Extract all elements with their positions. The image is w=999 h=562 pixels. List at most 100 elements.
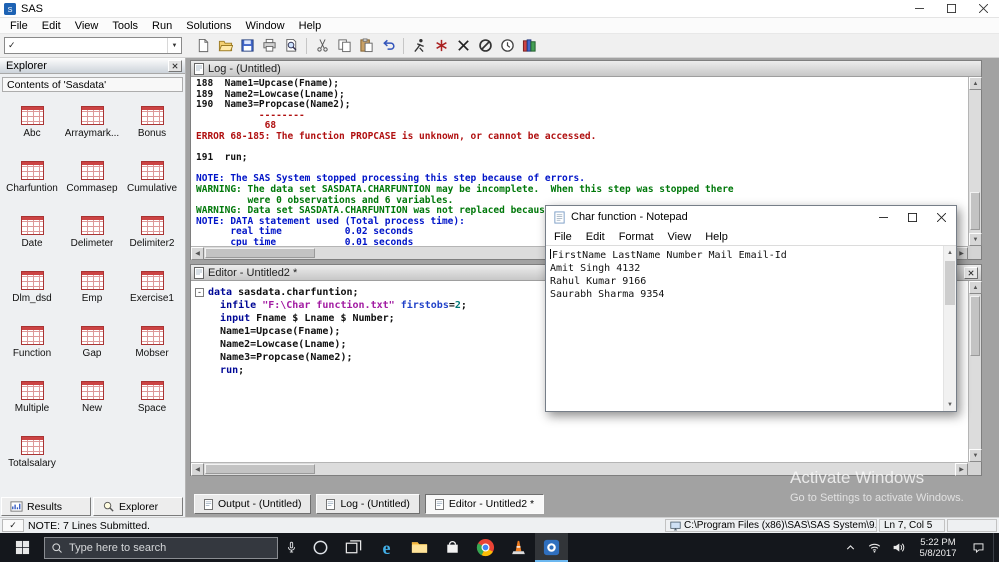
explorer-item[interactable]: Function [2, 323, 62, 378]
menu-view[interactable]: View [68, 19, 106, 33]
command-bar[interactable]: ✓ ▼ [4, 37, 182, 54]
explorer-item[interactable]: Charfuntion [2, 158, 62, 213]
menu-edit[interactable]: Edit [35, 19, 68, 33]
scroll-down-icon[interactable]: ▼ [944, 398, 956, 411]
explorer-item[interactable]: New [62, 378, 122, 433]
new-library-icon[interactable] [430, 36, 452, 56]
explorer-item[interactable]: Emp [62, 268, 122, 323]
notepad-menu-help[interactable]: Help [698, 231, 735, 243]
undo-icon[interactable] [377, 36, 399, 56]
notepad-menu-file[interactable]: File [547, 231, 579, 243]
microphone-icon[interactable] [278, 533, 304, 562]
scroll-up-icon[interactable]: ▲ [944, 246, 956, 259]
explorer-item[interactable]: Delimiter2 [122, 213, 182, 268]
panel-tab-results[interactable]: Results [1, 497, 91, 516]
scroll-thumb[interactable] [945, 261, 955, 305]
explorer-item[interactable]: Date [2, 213, 62, 268]
menu-tools[interactable]: Tools [105, 19, 145, 33]
notepad-menu-view[interactable]: View [661, 231, 699, 243]
explorer-item[interactable]: Arraymark... [62, 103, 122, 158]
editor-horizontal-scrollbar[interactable]: ◀ ▶ [191, 462, 968, 475]
tray-wifi-icon[interactable] [862, 533, 886, 562]
menu-window[interactable]: Window [239, 19, 292, 33]
explorer-item[interactable]: Commasep [62, 158, 122, 213]
log-vertical-scrollbar[interactable]: ▲ ▼ [968, 77, 981, 246]
editor-vertical-scrollbar[interactable]: ▲ ▼ [968, 281, 981, 462]
taskbar-task-view-icon[interactable] [337, 533, 370, 562]
new-document-icon[interactable] [192, 36, 214, 56]
open-folder-icon[interactable] [214, 36, 236, 56]
taskbar-chrome-icon[interactable] [469, 533, 502, 562]
minimize-icon[interactable] [869, 206, 898, 228]
explorer-item[interactable]: Delimeter [62, 213, 122, 268]
taskbar-cortana-icon[interactable] [304, 533, 337, 562]
explorer-item[interactable]: Gap [62, 323, 122, 378]
scroll-left-icon[interactable]: ◀ [191, 463, 204, 476]
menu-file[interactable]: File [3, 19, 35, 33]
scroll-thumb[interactable] [205, 248, 315, 258]
menu-help[interactable]: Help [292, 19, 329, 33]
tray-volume-icon[interactable] [886, 533, 910, 562]
explorer-item[interactable]: Bonus [122, 103, 182, 158]
notepad-menu-format[interactable]: Format [612, 231, 661, 243]
break-icon[interactable] [474, 36, 496, 56]
explorer-close-icon[interactable] [168, 60, 182, 72]
menu-run[interactable]: Run [145, 19, 179, 33]
submit-program-icon[interactable] [408, 36, 430, 56]
paste-icon[interactable] [355, 36, 377, 56]
maximize-icon[interactable] [935, 0, 967, 17]
scroll-up-icon[interactable]: ▲ [969, 77, 982, 90]
log-window-title-bar[interactable]: Log - (Untitled) [191, 61, 981, 77]
panel-tab-explorer[interactable]: Explorer [93, 497, 183, 516]
scroll-thumb[interactable] [970, 296, 980, 356]
explorer-item[interactable]: Multiple [2, 378, 62, 433]
scroll-right-icon[interactable]: ▶ [955, 463, 968, 476]
explorer-item[interactable]: Abc [2, 103, 62, 158]
scroll-up-icon[interactable]: ▲ [969, 281, 982, 294]
cut-icon[interactable] [311, 36, 333, 56]
help-books-icon[interactable] [518, 36, 540, 56]
menu-solutions[interactable]: Solutions [179, 19, 238, 33]
close-icon[interactable] [927, 206, 956, 228]
maximize-icon[interactable] [898, 206, 927, 228]
copy-icon[interactable] [333, 36, 355, 56]
explorer-item[interactable]: Exercise1 [122, 268, 182, 323]
taskbar-search-box[interactable]: Type here to search [44, 537, 278, 559]
explorer-item[interactable]: Cumulative [122, 158, 182, 213]
editor-close-icon[interactable] [964, 267, 978, 279]
notepad-menu-edit[interactable]: Edit [579, 231, 612, 243]
scroll-down-icon[interactable]: ▼ [969, 233, 982, 246]
scroll-down-icon[interactable]: ▼ [969, 449, 982, 462]
window-tab[interactable]: Editor - Untitled2 * [425, 494, 544, 514]
notepad-text-area[interactable]: FirstName LastName Number Mail Email-IdA… [546, 246, 943, 411]
tray-tray-expand-icon[interactable] [838, 533, 862, 562]
collapse-icon[interactable]: - [195, 288, 204, 297]
taskbar-sas-app-icon[interactable] [535, 533, 568, 562]
taskbar-store-icon[interactable] [436, 533, 469, 562]
clear-all-icon[interactable] [452, 36, 474, 56]
explorer-item[interactable]: Totalsalary [2, 433, 62, 488]
window-tab[interactable]: Log - (Untitled) [316, 494, 419, 514]
window-tab[interactable]: Output - (Untitled) [194, 494, 311, 514]
explorer-item[interactable]: Mobser [122, 323, 182, 378]
command-input[interactable] [19, 38, 167, 53]
explorer-item[interactable]: Dlm_dsd [2, 268, 62, 323]
close-icon[interactable] [967, 0, 999, 17]
history-icon[interactable] [496, 36, 518, 56]
start-button[interactable] [0, 533, 44, 562]
notepad-title-bar[interactable]: Char function - Notepad [546, 206, 956, 228]
notifications-icon[interactable] [966, 533, 990, 562]
scroll-left-icon[interactable]: ◀ [191, 247, 204, 260]
minimize-icon[interactable] [903, 0, 935, 17]
save-icon[interactable] [236, 36, 258, 56]
taskbar-vlc-icon[interactable] [502, 533, 535, 562]
notepad-vertical-scrollbar[interactable]: ▲ ▼ [943, 246, 956, 411]
taskbar-file-explorer-icon[interactable] [403, 533, 436, 562]
print-preview-icon[interactable] [280, 36, 302, 56]
scroll-thumb[interactable] [205, 464, 315, 474]
command-dropdown-icon[interactable]: ▼ [167, 38, 181, 53]
show-desktop-button[interactable] [993, 533, 999, 562]
scroll-thumb[interactable] [970, 192, 980, 230]
print-icon[interactable] [258, 36, 280, 56]
explorer-item[interactable]: Space [122, 378, 182, 433]
